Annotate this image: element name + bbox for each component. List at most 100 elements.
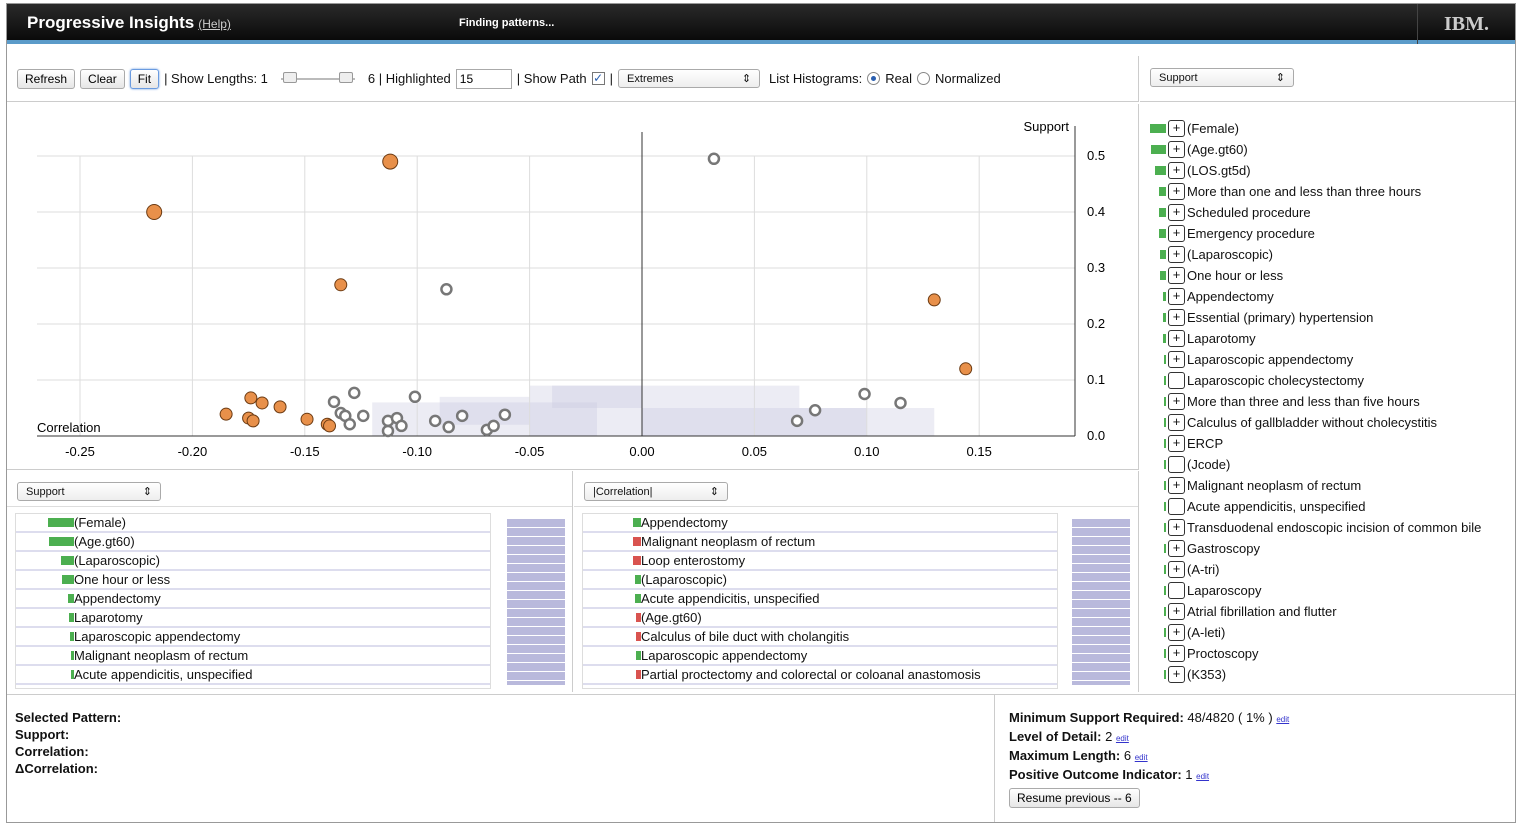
attribute-list-item[interactable]: + (Age.gt60) [1140, 139, 1515, 160]
expand-plus-icon[interactable]: + [1168, 561, 1185, 578]
attribute-list-item[interactable]: + Laparotomy [1140, 328, 1515, 349]
expand-plus-icon[interactable]: + [1168, 624, 1185, 641]
support-sort-select[interactable]: Support ⇕ [17, 482, 161, 501]
attribute-list-item[interactable]: + (Laparoscopic) [1140, 244, 1515, 265]
edit-poi-link[interactable]: edit [1196, 772, 1209, 781]
attribute-list-item[interactable]: + (Female) [1140, 118, 1515, 139]
expand-plus-icon[interactable]: + [1168, 246, 1185, 263]
show-path-checkbox[interactable]: ✓ [591, 72, 605, 85]
right-sort-select[interactable]: Support ⇕ [1150, 68, 1294, 87]
empty-box-icon[interactable] [1168, 372, 1185, 389]
expand-plus-icon[interactable]: + [1168, 330, 1185, 347]
pattern-list-item[interactable]: (Laparoscopic) [583, 571, 1057, 590]
length-range-slider[interactable] [273, 71, 363, 86]
pattern-list-item[interactable]: Partial proctectomy and colorectal or co… [583, 666, 1057, 685]
pattern-list-item[interactable]: (Age.gt60) [583, 609, 1057, 628]
attribute-list-item[interactable]: + One hour or less [1140, 265, 1515, 286]
empty-box-icon[interactable] [1168, 456, 1185, 473]
attribute-list-item[interactable]: + (A-leti) [1140, 622, 1515, 643]
expand-plus-icon[interactable]: + [1168, 414, 1185, 431]
attribute-list-item[interactable]: + ERCP [1140, 433, 1515, 454]
attribute-list-item[interactable]: + Malignant neoplasm of rectum [1140, 475, 1515, 496]
mode-select[interactable]: Extremes ⇕ [618, 69, 761, 88]
pattern-list-item[interactable]: Laparotomy [16, 609, 490, 628]
pattern-list-item[interactable]: (Laparoscopic) [16, 552, 490, 571]
attribute-list-item[interactable]: Laparoscopic cholecystectomy [1140, 370, 1515, 391]
expand-plus-icon[interactable]: + [1168, 603, 1185, 620]
slider-min-handle[interactable] [282, 71, 297, 83]
expand-plus-icon[interactable]: + [1168, 351, 1185, 368]
expand-plus-icon[interactable]: + [1168, 393, 1185, 410]
attribute-list-item[interactable]: + More than one and less than three hours [1140, 181, 1515, 202]
expand-plus-icon[interactable]: + [1168, 183, 1185, 200]
pattern-list-item[interactable]: Loop enterostomy [583, 552, 1057, 571]
attribute-list-item[interactable]: + Transduodenal endoscopic incision of co… [1140, 517, 1515, 538]
slider-max-handle[interactable] [338, 71, 353, 83]
attribute-list-item[interactable]: + (K353) [1140, 664, 1515, 685]
pattern-list-item[interactable]: Appendectomy [16, 590, 490, 609]
pattern-list-item[interactable]: Laparoscopic appendectomy [16, 628, 490, 647]
resume-previous-button[interactable]: Resume previous -- 6 [1009, 788, 1140, 808]
pattern-list-item[interactable]: Malignant neoplasm of rectum [583, 533, 1057, 552]
expand-plus-icon[interactable]: + [1168, 540, 1185, 557]
expand-plus-icon[interactable]: + [1168, 120, 1185, 137]
attribute-list-item[interactable]: + Laparoscopic appendectomy [1140, 349, 1515, 370]
pattern-list-item[interactable]: Laparoscopic appendectomy [583, 647, 1057, 666]
attribute-list-item[interactable]: + Proctoscopy [1140, 643, 1515, 664]
support-list[interactable]: (Female) (Age.gt60) (Laparoscopic) One hour… [15, 513, 491, 689]
attribute-list-item[interactable]: + (A-tri) [1140, 559, 1515, 580]
attribute-list-item[interactable]: Laparoscopy [1140, 580, 1515, 601]
expand-plus-icon[interactable]: + [1168, 477, 1185, 494]
pattern-list-item[interactable]: (Age.gt60) [16, 533, 490, 552]
edit-max-length-link[interactable]: edit [1135, 753, 1148, 762]
attribute-list-item[interactable]: + Appendectomy [1140, 286, 1515, 307]
expand-plus-icon[interactable]: + [1168, 267, 1185, 284]
real-radio[interactable] [867, 72, 881, 85]
chart-svg[interactable]: -0.25 -0.20 -0.15 -0.10 -0.05 0.00 0.05 0.10 0.1… [7, 104, 1139, 470]
attribute-list-item[interactable]: + More than three and less than five hour… [1140, 391, 1515, 412]
clear-button[interactable]: Clear [80, 68, 125, 89]
scatter-chart[interactable]: -0.25 -0.20 -0.15 -0.10 -0.05 0.00 0.05 0.10 0.1… [7, 104, 1139, 470]
expand-plus-icon[interactable]: + [1168, 141, 1185, 158]
attribute-list-item[interactable]: + Atrial fibrillation and flutter [1140, 601, 1515, 622]
highlighted-input[interactable] [455, 68, 512, 89]
pattern-list-item[interactable]: Calculus of bile duct with cholangitis [583, 628, 1057, 647]
attribute-list-item[interactable]: + Emergency procedure [1140, 223, 1515, 244]
refresh-button[interactable]: Refresh [17, 68, 76, 89]
fit-button[interactable]: Fit [129, 68, 160, 89]
attribute-list-item[interactable]: + Calculus of gallbladder without cholecy… [1140, 412, 1515, 433]
expand-plus-icon[interactable]: + [1168, 645, 1185, 662]
pattern-list-item[interactable]: (Female) [16, 514, 490, 533]
empty-box-icon[interactable] [1168, 582, 1185, 599]
edit-lod-link[interactable]: edit [1116, 734, 1129, 743]
normalized-radio[interactable] [917, 72, 930, 85]
expand-plus-icon[interactable]: + [1168, 666, 1185, 683]
pattern-list-item[interactable]: Appendectomy [583, 514, 1057, 533]
correlation-list[interactable]: Appendectomy Malignant neoplasm of rectum… [582, 513, 1058, 689]
expand-plus-icon[interactable]: + [1168, 435, 1185, 452]
expand-plus-icon[interactable]: + [1168, 309, 1185, 326]
attribute-list-item[interactable]: + (LOS.gt5d) [1140, 160, 1515, 181]
pattern-list-item[interactable]: Malignant neoplasm of rectum [16, 647, 490, 666]
attribute-list-item[interactable]: + Scheduled procedure [1140, 202, 1515, 223]
attribute-list-item[interactable]: (Jcode) [1140, 454, 1515, 475]
expand-plus-icon[interactable]: + [1168, 162, 1185, 179]
attribute-list-item[interactable]: Acute appendicitis, unspecified [1140, 496, 1515, 517]
pattern-point [408, 390, 422, 404]
attribute-list-item[interactable]: + Gastroscopy [1140, 538, 1515, 559]
expand-plus-icon[interactable]: + [1168, 288, 1185, 305]
pattern-list-item[interactable]: Acute appendicitis, unspecified [583, 590, 1057, 609]
expand-plus-icon[interactable]: + [1168, 204, 1185, 221]
attribute-list-item[interactable]: + Essential (primary) hypertension [1140, 307, 1515, 328]
right-sort-value: Support [1159, 71, 1198, 84]
expand-plus-icon[interactable]: + [1168, 225, 1185, 242]
pattern-list-item[interactable]: One hour or less [16, 571, 490, 590]
attribute-label: (Female) [1187, 121, 1240, 136]
pattern-list-item[interactable]: Acute appendicitis, unspecified [16, 666, 490, 685]
help-link[interactable]: (Help) [198, 17, 231, 31]
attribute-list[interactable]: + (Female) + (Age.gt60) + (LOS.gt5d) + More tha… [1140, 104, 1515, 692]
expand-plus-icon[interactable]: + [1168, 519, 1185, 536]
correlation-sort-select[interactable]: |Correlation| ⇕ [584, 482, 728, 501]
empty-box-icon[interactable] [1168, 498, 1185, 515]
edit-min-support-link[interactable]: edit [1276, 715, 1289, 724]
